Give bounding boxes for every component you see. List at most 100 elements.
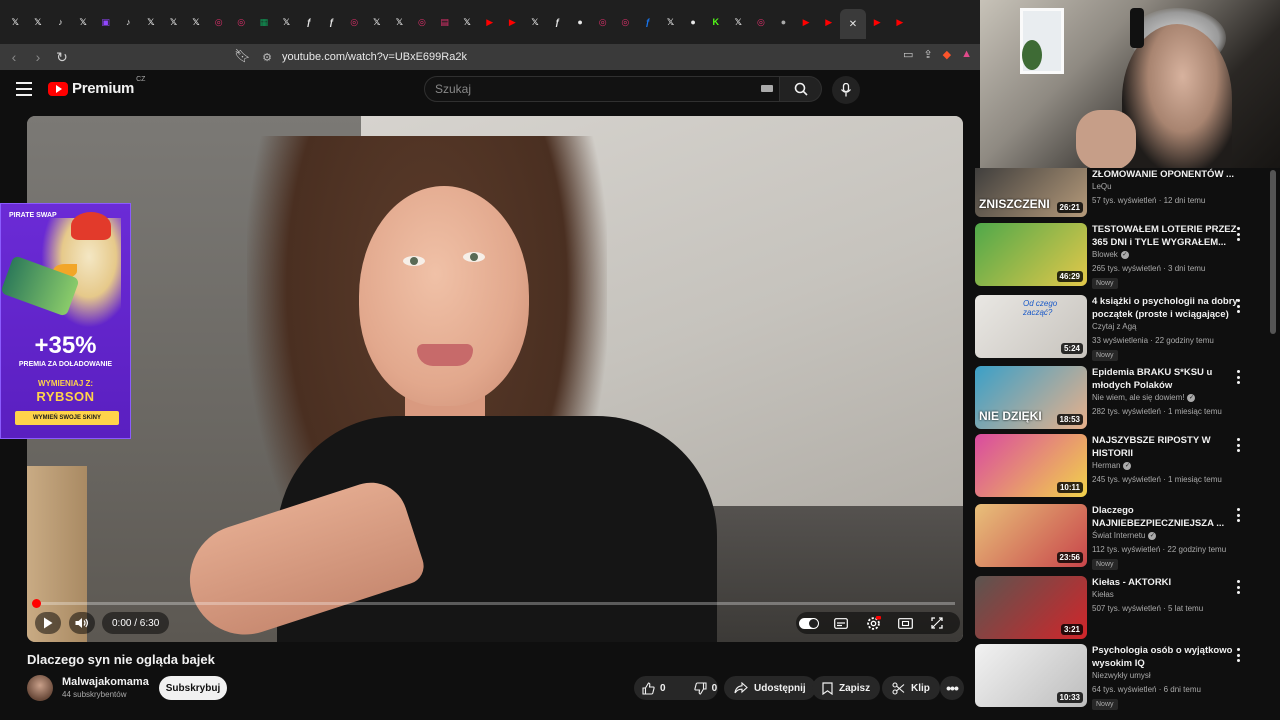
fullscreen-button[interactable] <box>927 612 947 634</box>
more-vertical-icon[interactable] <box>1233 508 1243 522</box>
browser-tab[interactable]: ▶ <box>501 8 524 36</box>
sidebar-scrollbar[interactable] <box>1270 170 1276 334</box>
recommended-video-channel[interactable]: Kiełas <box>1092 590 1114 599</box>
browser-tab[interactable]: 𝕏 <box>27 8 50 36</box>
video-thumbnail[interactable]: 10:33 <box>975 644 1087 707</box>
recommended-video[interactable]: 46:29 TESTOWAŁEM LOTERIE PRZEZ 365 DNI i … <box>975 223 1265 289</box>
recommended-video[interactable]: 23:56 Dlaczego NAJNIEBEZPIECZNIEJSZA ... Ś… <box>975 504 1265 570</box>
more-vertical-icon[interactable] <box>1233 648 1243 662</box>
video-thumbnail[interactable]: Od czego zacząć? 5:24 <box>975 295 1087 358</box>
video-thumbnail[interactable]: 10:11 <box>975 434 1087 497</box>
share-page-icon[interactable]: ⇪ <box>923 48 932 61</box>
autoplay-toggle[interactable] <box>799 612 819 634</box>
browser-tab[interactable]: ● <box>772 8 795 36</box>
recommended-video-title[interactable]: Epidemia BRAKU S*KSU u młodych Polaków <box>1092 366 1244 392</box>
video-thumbnail[interactable]: 23:56 <box>975 504 1087 567</box>
share-button[interactable]: Udostępnij <box>724 676 816 700</box>
recommended-video[interactable]: 10:33 Psychologia osób o wyjątkowo wysoki… <box>975 644 1265 710</box>
browser-tab[interactable]: 𝕏 <box>727 8 750 36</box>
search-input[interactable] <box>435 82 735 96</box>
rewards-icon[interactable]: ▲ <box>961 48 972 61</box>
forward-icon[interactable]: › <box>28 47 48 67</box>
browser-tab[interactable]: ◎ <box>591 8 614 36</box>
recommended-video-title[interactable]: Kiełas - AKTORKI <box>1092 576 1244 589</box>
browser-tab[interactable]: 𝕏 <box>659 8 682 36</box>
keyboard-icon[interactable] <box>761 85 773 92</box>
clip-button[interactable]: Klip <box>882 676 940 700</box>
browser-tab[interactable]: ƒ <box>637 8 660 36</box>
video-thumbnail[interactable]: NIE DZIĘKI 18:53 <box>975 366 1087 429</box>
recommended-video-title[interactable]: NAJSZYBSZE RIPOSTY W HISTORII <box>1092 434 1244 460</box>
browser-tab[interactable]: 𝕏 <box>366 8 389 36</box>
browser-tab[interactable]: 𝕏 <box>275 8 298 36</box>
video-progress-bar[interactable] <box>35 602 955 605</box>
browser-tab[interactable]: 𝕏 <box>162 8 185 36</box>
recommended-video[interactable]: Od czego zacząć? 5:24 4 książki o psycholo… <box>975 295 1265 361</box>
browser-tab[interactable]: K <box>704 8 727 36</box>
menu-icon[interactable] <box>16 82 32 96</box>
youtube-premium-logo[interactable]: Premium CZ <box>48 76 145 97</box>
search-button[interactable] <box>780 76 822 102</box>
browser-tab[interactable]: 𝕏 <box>456 8 479 36</box>
browser-tab[interactable]: 𝕏 <box>4 8 27 36</box>
miniplayer-button[interactable] <box>895 612 915 634</box>
more-vertical-icon[interactable] <box>1233 227 1243 241</box>
browser-tab[interactable]: ▦ <box>253 8 276 36</box>
browser-tab[interactable]: ♪ <box>117 8 140 36</box>
settings-button[interactable] <box>863 612 883 634</box>
browser-tab[interactable]: ▶ <box>817 8 840 36</box>
active-browser-tab[interactable]: ✕ <box>839 9 866 39</box>
play-button[interactable] <box>35 612 61 634</box>
browser-tab[interactable]: ▶ <box>795 8 818 36</box>
video-thumbnail[interactable]: 3:21 <box>975 576 1087 639</box>
recommended-video-title[interactable]: TESTOWAŁEM LOTERIE PRZEZ 365 DNI i TYLE … <box>1092 223 1244 249</box>
volume-button[interactable] <box>69 612 95 634</box>
browser-tab[interactable]: ◎ <box>343 8 366 36</box>
progress-scrubber-handle[interactable] <box>32 599 41 608</box>
recommended-video-channel[interactable]: Świat Internetu ✓ <box>1092 531 1157 540</box>
browser-tab[interactable]: ● <box>682 8 705 36</box>
recommended-video-title[interactable]: Dlaczego NAJNIEBEZPIECZNIEJSZA ... <box>1092 504 1244 530</box>
browser-tab[interactable]: 𝕏 <box>388 8 411 36</box>
recommended-video-channel[interactable]: Nie wiem, ale się dowiem! ✓ <box>1092 393 1196 402</box>
more-vertical-icon[interactable] <box>1233 580 1243 594</box>
recommended-video-title[interactable]: ZŁOMOWANIE OPONENTÓW ... <box>1092 168 1244 181</box>
browser-tab[interactable]: ◎ <box>230 8 253 36</box>
bookmark-icon[interactable]: 🔖︎ <box>234 48 251 64</box>
recommended-video-channel[interactable]: Herman ✓ <box>1092 461 1132 470</box>
recommended-video-channel[interactable]: LeQu <box>1092 182 1112 191</box>
browser-tab[interactable]: ƒ <box>546 8 569 36</box>
more-actions-button[interactable]: ••• <box>940 676 964 700</box>
browser-tab[interactable]: ◎ <box>614 8 637 36</box>
browser-tab[interactable]: ♪ <box>49 8 72 36</box>
browser-tab[interactable]: ▶ <box>889 8 912 36</box>
browser-tab[interactable]: 𝕏 <box>185 8 208 36</box>
close-tab-icon[interactable]: ✕ <box>849 19 857 30</box>
voice-search-button[interactable] <box>832 76 860 104</box>
browser-tab[interactable]: ▶ <box>866 8 889 36</box>
recommended-video-channel[interactable]: Czytaj z Agą <box>1092 322 1136 331</box>
reload-icon[interactable]: ↻ <box>52 47 72 67</box>
sponsor-ad-overlay[interactable]: PIRATE SWAP +35% PREMIA ZA DOŁADOWANIE W… <box>0 203 131 439</box>
site-settings-icon[interactable]: ⚙︎ <box>258 51 276 64</box>
recommended-video-channel[interactable]: Niezwykły umysł <box>1092 671 1151 680</box>
like-button[interactable]: 0 <box>634 681 674 695</box>
recommended-video[interactable]: 3:21 Kiełas - AKTORKI Kiełas 507 tys. wyświ… <box>975 576 1265 640</box>
recommended-video[interactable]: 10:11 NAJSZYBSZE RIPOSTY W HISTORII Herman… <box>975 434 1265 498</box>
browser-tab[interactable]: ◎ <box>207 8 230 36</box>
browser-tab[interactable]: ◎ <box>750 8 773 36</box>
browser-tab[interactable]: 𝕏 <box>524 8 547 36</box>
more-vertical-icon[interactable] <box>1233 299 1243 313</box>
recommended-video-channel[interactable]: Blowek ✓ <box>1092 250 1129 259</box>
recommended-video-title[interactable]: Psychologia osób o wyjątkowo wysokim IQ <box>1092 644 1244 670</box>
browser-tab[interactable]: ◎ <box>411 8 434 36</box>
cast-icon[interactable]: ▭ <box>903 48 913 61</box>
brave-shield-icon[interactable]: ◆ <box>943 48 951 61</box>
browser-tab[interactable]: ▣ <box>94 8 117 36</box>
browser-tab[interactable]: ƒ <box>298 8 321 36</box>
browser-tab[interactable]: 𝕏 <box>72 8 95 36</box>
save-button[interactable]: Zapisz <box>812 676 881 700</box>
channel-name[interactable]: Malwajakomama <box>62 676 149 688</box>
browser-tab[interactable]: ƒ <box>320 8 343 36</box>
channel-avatar[interactable] <box>27 675 53 701</box>
